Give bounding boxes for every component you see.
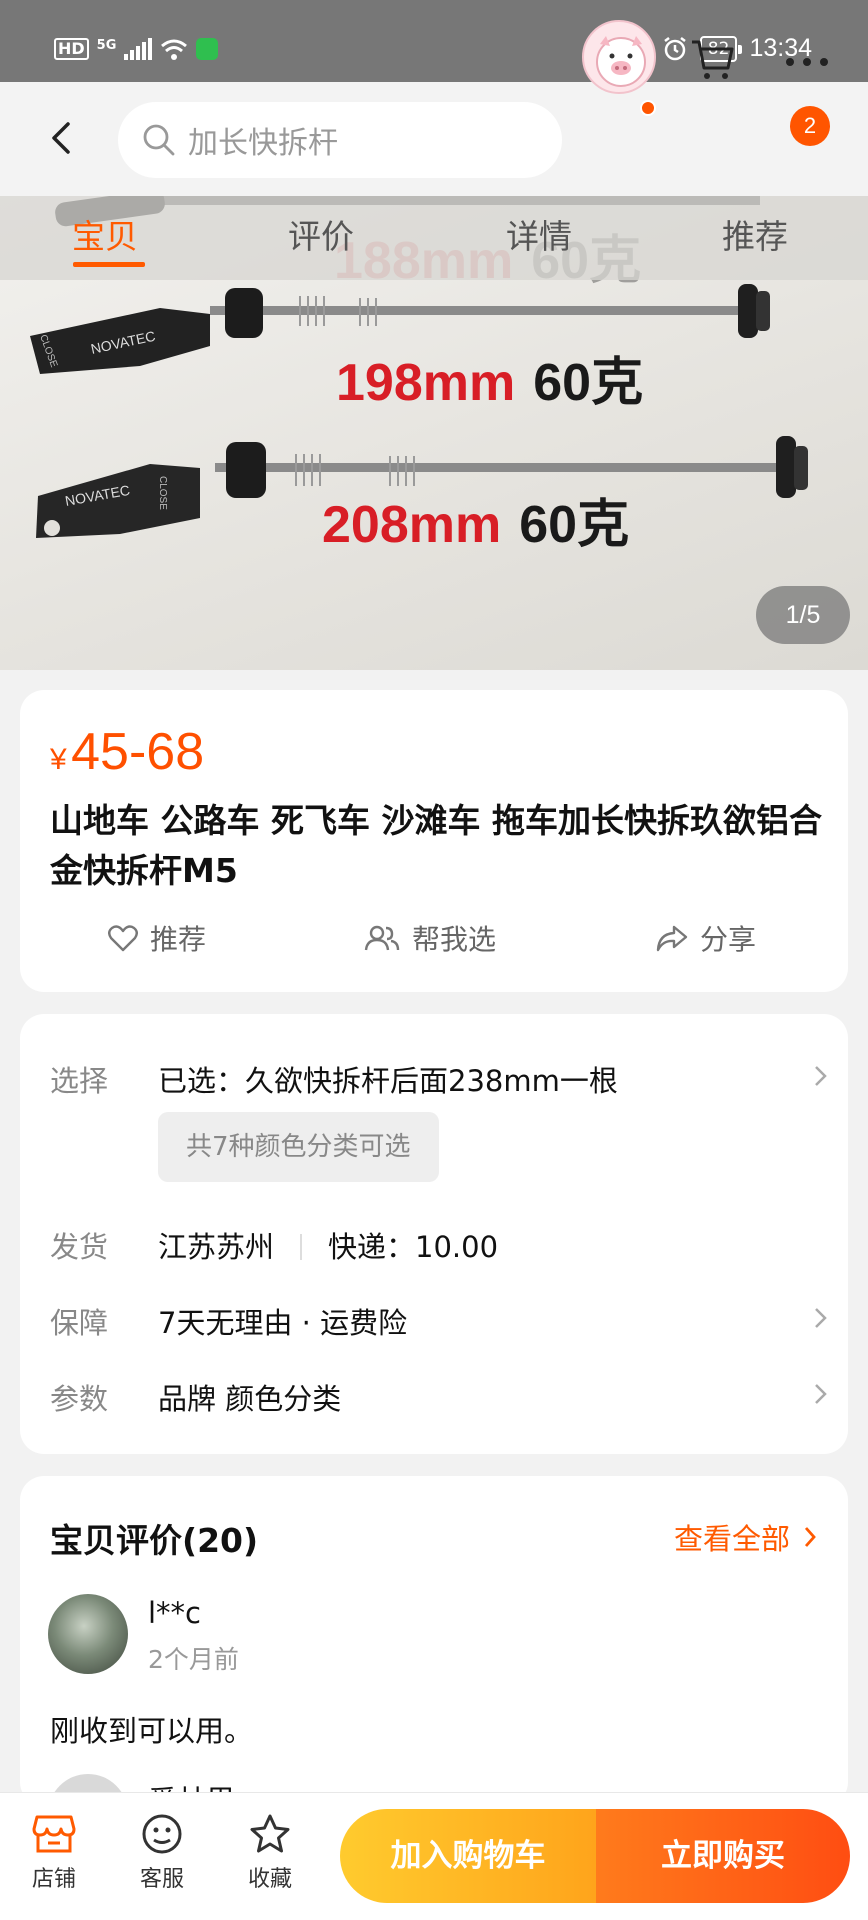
chevron-right-icon bbox=[815, 1308, 827, 1328]
recommend-label: 推荐 bbox=[150, 923, 207, 956]
customer-service-button[interactable]: 客服 bbox=[122, 1813, 202, 1893]
selected-sku: 已选：久欲快拆杆后面238mm一根 bbox=[158, 1064, 618, 1098]
ship-fee: 快递：10.00 bbox=[328, 1230, 499, 1264]
hd-indicator: HD bbox=[54, 38, 89, 60]
sku-select-row[interactable]: 选择 已选：久欲快拆杆后面238mm一根 共7种颜色分类可选 bbox=[50, 1058, 830, 1198]
status-left: HD 5G bbox=[54, 37, 219, 60]
bottom-action-bar: 店铺 客服 收藏 加入购物车 立即购买 bbox=[0, 1792, 868, 1920]
see-all-label: 查看全部 bbox=[673, 1522, 790, 1556]
wechat-notification-icon bbox=[196, 38, 219, 60]
service-label: 客服 bbox=[139, 1867, 184, 1892]
shipping-row: 发货 江苏苏州 快递：10.00 bbox=[50, 1224, 830, 1264]
guarantee-value: 7天无理由 · 运费险 bbox=[158, 1306, 408, 1340]
avatar-notification-dot bbox=[640, 100, 656, 116]
message-count-badge: 2 bbox=[790, 106, 830, 146]
see-all-reviews-link[interactable]: 查看全部 bbox=[674, 1516, 818, 1558]
people-icon bbox=[364, 925, 400, 951]
color-variants-chip[interactable]: 共7种颜色分类可选 bbox=[158, 1112, 439, 1182]
help-choose-label: 帮我选 bbox=[412, 923, 497, 956]
search-icon bbox=[143, 124, 175, 156]
share-label: 分享 bbox=[700, 923, 757, 956]
params-row[interactable]: 参数 品牌 颜色分类 bbox=[50, 1376, 830, 1416]
tab-item[interactable]: 宝贝 bbox=[72, 210, 138, 258]
share-button[interactable]: 分享 bbox=[656, 918, 756, 958]
length-label-208: 208mm 60克 bbox=[322, 496, 630, 554]
reviews-card: 宝贝评价(20) 查看全部 l**c 2个月前 刚收到可以用。 爱林里 bbox=[20, 1476, 848, 1814]
ship-origin: 江苏苏州 bbox=[158, 1230, 275, 1264]
share-icon bbox=[656, 925, 688, 952]
add-to-cart-button[interactable]: 加入购物车 bbox=[340, 1809, 596, 1903]
cart-icon[interactable] bbox=[688, 34, 738, 84]
search-query: 加长快拆杆 bbox=[188, 126, 338, 161]
currency-symbol: ¥ bbox=[50, 743, 67, 776]
favorite-label: 收藏 bbox=[247, 1867, 292, 1892]
reviewer-avatar bbox=[48, 1594, 128, 1674]
spec-card: 选择 已选：久欲快拆杆后面238mm一根 共7种颜色分类可选 发货 江苏苏州 快递… bbox=[20, 1014, 848, 1454]
search-bar[interactable]: 加长快拆杆 bbox=[118, 102, 562, 178]
help-choose-button[interactable]: 帮我选 bbox=[364, 918, 496, 958]
brand-label: CLOSE bbox=[157, 476, 168, 510]
price: ¥ 45-68 bbox=[50, 722, 204, 782]
avatar[interactable] bbox=[582, 20, 656, 94]
reviewer-name: l**c bbox=[148, 1596, 202, 1630]
wifi-icon bbox=[161, 39, 188, 60]
signal-icon bbox=[124, 38, 153, 60]
shop-button[interactable]: 店铺 bbox=[14, 1813, 94, 1893]
product-actions: 推荐 帮我选 分享 bbox=[20, 918, 848, 968]
tab-active-indicator bbox=[73, 262, 145, 267]
product-image-gallery[interactable]: NOVATEC NOVATEC CLOSE CLOSE 188mm60克 198… bbox=[0, 196, 868, 670]
guarantee-row[interactable]: 保障 7天无理由 · 运费险 bbox=[50, 1300, 830, 1340]
tab-reviews[interactable]: 评价 bbox=[288, 210, 354, 258]
favorite-button[interactable]: 收藏 bbox=[230, 1813, 310, 1893]
tab-details[interactable]: 详情 bbox=[506, 210, 572, 258]
chevron-right-icon bbox=[804, 1527, 816, 1547]
more-icon[interactable] bbox=[782, 34, 832, 84]
service-icon bbox=[142, 1814, 182, 1854]
alarm-icon bbox=[664, 36, 686, 60]
divider bbox=[300, 1234, 303, 1260]
shipping-info: 江苏苏州 快递：10.00 bbox=[158, 1224, 498, 1266]
top-nav: 加长快拆杆 bbox=[0, 82, 868, 196]
product-title: 山地车 公路车 死飞车 沙滩车 拖车加长快拆玖欲铝合金快拆杆M5 bbox=[50, 801, 822, 890]
reviews-title: 宝贝评价(20) bbox=[50, 1521, 259, 1560]
recommend-button[interactable]: 推荐 bbox=[108, 918, 206, 958]
image-counter: 1/5 bbox=[756, 586, 850, 644]
select-key: 选择 bbox=[50, 1064, 109, 1098]
section-tabs: 宝贝 评价 详情 推荐 bbox=[0, 196, 868, 280]
chevron-right-icon bbox=[815, 1384, 827, 1404]
shop-icon bbox=[32, 1815, 76, 1853]
params-key: 参数 bbox=[50, 1382, 109, 1416]
price-value: 45-68 bbox=[71, 723, 205, 781]
heart-icon bbox=[108, 925, 138, 952]
star-icon bbox=[250, 1814, 290, 1853]
ship-key: 发货 bbox=[50, 1230, 109, 1264]
chevron-right-icon bbox=[815, 1066, 827, 1086]
review-time: 2个月前 bbox=[148, 1645, 239, 1674]
review-text: 刚收到可以用。 bbox=[50, 1714, 254, 1748]
network-type: 5G bbox=[96, 37, 117, 53]
price-card: ¥ 45-68 山地车 公路车 死飞车 沙滩车 拖车加长快拆玖欲铝合金快拆杆M5… bbox=[20, 690, 848, 992]
guarantee-key: 保障 bbox=[50, 1306, 109, 1340]
buy-now-button[interactable]: 立即购买 bbox=[596, 1809, 850, 1903]
length-label-198: 198mm 60克 bbox=[336, 354, 644, 412]
tab-recommend[interactable]: 推荐 bbox=[722, 210, 788, 258]
params-value: 品牌 颜色分类 bbox=[158, 1382, 342, 1416]
shop-label: 店铺 bbox=[31, 1867, 76, 1892]
back-arrow-icon[interactable] bbox=[42, 118, 82, 158]
